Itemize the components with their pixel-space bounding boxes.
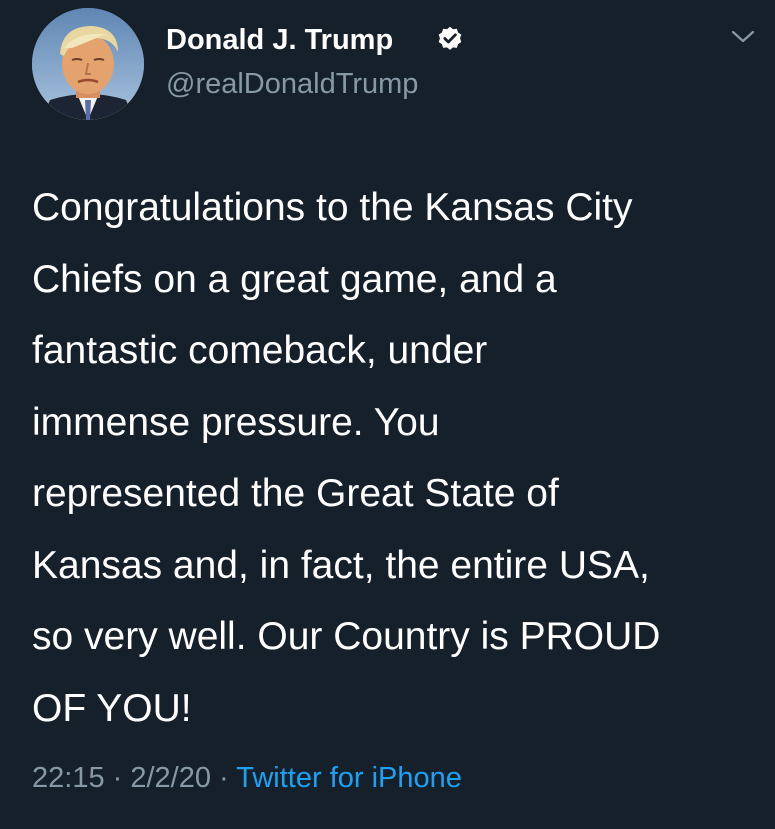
meta-separator: · <box>104 762 131 794</box>
avatar[interactable] <box>32 8 144 120</box>
author-name[interactable]: Donald J. Trump <box>166 22 393 58</box>
tweet-card: Donald J. Trump @realDonaldTrump Congrat… <box>0 0 775 829</box>
tweet-time[interactable]: 22:15 <box>32 762 105 794</box>
verified-badge-icon <box>438 26 462 50</box>
tweet-text: Congratulations to the Kansas City Chief… <box>32 186 661 730</box>
author-handle[interactable]: @realDonaldTrump <box>166 66 418 102</box>
meta-separator: · <box>211 762 237 794</box>
tweet-meta: 22:15 · 2/2/20 · Twitter for iPhone <box>32 760 462 796</box>
avatar-portrait-icon <box>32 8 144 120</box>
tweet-source-link[interactable]: Twitter for iPhone <box>236 762 462 794</box>
chevron-down-icon[interactable] <box>730 28 756 46</box>
tweet-date[interactable]: 2/2/20 <box>130 762 211 794</box>
